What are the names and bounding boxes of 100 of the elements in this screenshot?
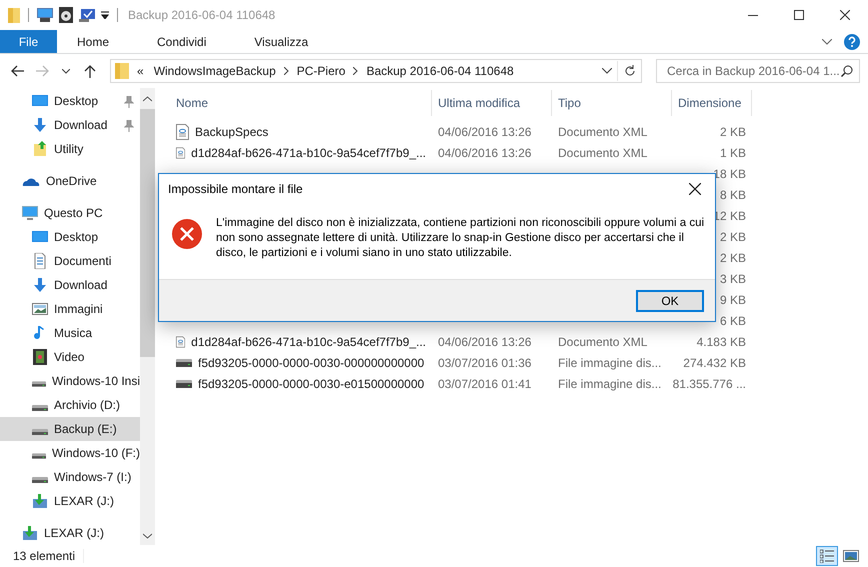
file-name[interactable]: f5d93205-0000-0000-0030-e01500000000	[198, 376, 424, 390]
chevron-icon[interactable]	[284, 67, 289, 75]
nav-item[interactable]: LEXAR (J:)	[0, 521, 140, 545]
nav-item[interactable]: Questo PC	[0, 201, 140, 225]
file-type: File immagine dis...	[558, 376, 662, 390]
video-icon	[32, 349, 48, 365]
caret-icon[interactable]	[602, 68, 612, 74]
caret-icon[interactable]	[62, 68, 70, 74]
modified-date: 03/07/2016 01:36	[438, 356, 532, 370]
file-size: 2 KB	[720, 124, 746, 138]
close-icon[interactable]	[840, 10, 850, 20]
maximize-icon[interactable]	[794, 10, 804, 20]
nav-item[interactable]: Documenti	[0, 249, 140, 273]
drive-icon	[32, 405, 48, 411]
nav-item[interactable]: Video	[0, 345, 140, 369]
pc-icon	[22, 205, 38, 221]
search-field[interactable]: Cerca in Backup 2016-06-04 1...	[656, 59, 860, 83]
documents-icon	[32, 253, 48, 269]
ribbon-tab[interactable]: Home	[63, 30, 124, 53]
file-name[interactable]: BackupSpecs	[195, 124, 268, 138]
file-size: 4.183 KB	[696, 334, 746, 348]
file-size: 1 KB	[720, 146, 746, 160]
monitor-check-icon[interactable]	[79, 8, 95, 22]
file-type: File immagine dis...	[558, 356, 662, 370]
folder-icon	[115, 63, 129, 79]
nav-item[interactable]: Windows-10 Insi	[0, 369, 140, 393]
help-icon[interactable]	[844, 34, 860, 50]
nav-item[interactable]: Utility	[0, 137, 140, 161]
nav-item[interactable]: Windows-10 (F:)	[0, 441, 140, 465]
overflow-crumb[interactable]: «	[135, 64, 146, 78]
file-name[interactable]: d1d284af-b626-471a-b10c-9a54cef7f7b9_...	[191, 146, 426, 160]
download-icon	[32, 277, 48, 293]
breadcrumb[interactable]: WindowsImageBackup	[152, 64, 278, 78]
usb-icon	[22, 525, 38, 541]
ribbon-tab[interactable]: File	[0, 30, 57, 53]
nav-item[interactable]: Immagini	[0, 297, 140, 321]
expand-ribbon-icon[interactable]	[822, 38, 832, 44]
address-bar[interactable]: « WindowsImageBackup PC-Piero Backup 2016-06-04 110648	[110, 59, 642, 83]
drive-icon	[32, 477, 48, 483]
search-icon	[841, 65, 853, 77]
nav-item[interactable]: Desktop	[0, 89, 140, 113]
scroll-up-icon[interactable]	[143, 96, 152, 102]
item-count: 13 elementi	[13, 549, 84, 563]
dialog-title: Impossibile montare il file	[168, 182, 303, 196]
nav-item[interactable]: Musica	[0, 321, 140, 345]
refresh-icon[interactable]	[624, 65, 636, 77]
column-header[interactable]: Nome	[170, 90, 432, 116]
up-arrow-icon[interactable]	[84, 64, 96, 78]
column-header[interactable]: Dimensione	[672, 90, 752, 116]
selected-nav-item[interactable]: Backup (E:)	[0, 417, 140, 441]
nav-item[interactable]: Download	[0, 273, 140, 297]
file-size: 9 KB	[720, 292, 746, 306]
breadcrumb[interactable]: Backup 2016-06-04 110648	[364, 64, 516, 78]
minimize-icon[interactable]	[748, 14, 758, 16]
nav-item[interactable]: Archivio (D:)	[0, 393, 140, 417]
error-icon	[171, 218, 203, 250]
ribbon-tab[interactable]: Condividi	[143, 30, 220, 53]
file-size: 18 KB	[713, 166, 746, 180]
column-header[interactable]: Tipo	[552, 90, 672, 116]
back-arrow-icon[interactable]	[11, 65, 25, 77]
scrollbar-thumb[interactable]	[140, 108, 155, 356]
nav-item[interactable]: OneDrive	[0, 169, 140, 193]
close-icon[interactable]	[689, 183, 701, 195]
scrollbar[interactable]	[140, 88, 155, 545]
file-size: 81.355.776 ...	[672, 376, 746, 390]
breadcrumb[interactable]: PC-Piero	[294, 64, 348, 78]
file-size: 6 KB	[720, 314, 746, 328]
usb-icon	[32, 493, 48, 509]
ribbon-tab[interactable]: Visualizza	[240, 30, 322, 53]
chevron-icon[interactable]	[353, 67, 358, 75]
disk-image-icon	[176, 380, 192, 388]
nav-item[interactable]: Download	[0, 113, 140, 137]
file-name[interactable]: d1d284af-b626-471a-b10c-9a54cef7f7b9_...	[191, 334, 426, 348]
error-message: L'immagine del disco non è inizializzata, contiene partizioni non riconoscibili oppure volumi a cui non sono assegnate lettere di unità. Utilizzare lo snap-in Gestione disco per accertarsi che il disco, le partizioni e i volumi siano in uno stato utilizzabile.	[216, 216, 705, 261]
details-view-button[interactable]	[816, 546, 838, 566]
disk-image-icon	[176, 358, 192, 366]
file-name[interactable]: f5d93205-0000-0000-0030-000000000000	[198, 356, 424, 370]
xml-file-icon	[176, 124, 189, 140]
desktop-icon	[32, 229, 48, 245]
modified-date: 04/06/2016 13:26	[438, 146, 532, 160]
file-size: 3 KB	[720, 272, 746, 286]
column-header[interactable]: Ultima modifica	[432, 90, 552, 116]
drive-icon	[32, 453, 46, 459]
computer-icon[interactable]	[37, 8, 53, 22]
scroll-down-icon[interactable]	[143, 533, 152, 539]
drive-icon	[32, 429, 48, 435]
pictures-icon	[32, 301, 48, 317]
nav-item[interactable]: Desktop	[0, 225, 140, 249]
ok-button[interactable]: OK	[636, 290, 704, 312]
nav-item[interactable]: LEXAR (J:)	[0, 489, 140, 513]
file-type: Documento XML	[558, 124, 648, 138]
desktop-icon	[32, 93, 48, 109]
xml-file-icon	[176, 334, 186, 350]
download-icon	[32, 117, 48, 133]
file-size: 2 KB	[720, 230, 746, 244]
nav-item[interactable]: Windows-7 (I:)	[0, 465, 140, 489]
dropdown-icon[interactable]	[101, 11, 109, 19]
file-type: Documento XML	[558, 146, 648, 160]
window-title: Backup 2016-06-04 110648	[128, 8, 276, 22]
file-size: 274.432 KB	[683, 356, 746, 370]
